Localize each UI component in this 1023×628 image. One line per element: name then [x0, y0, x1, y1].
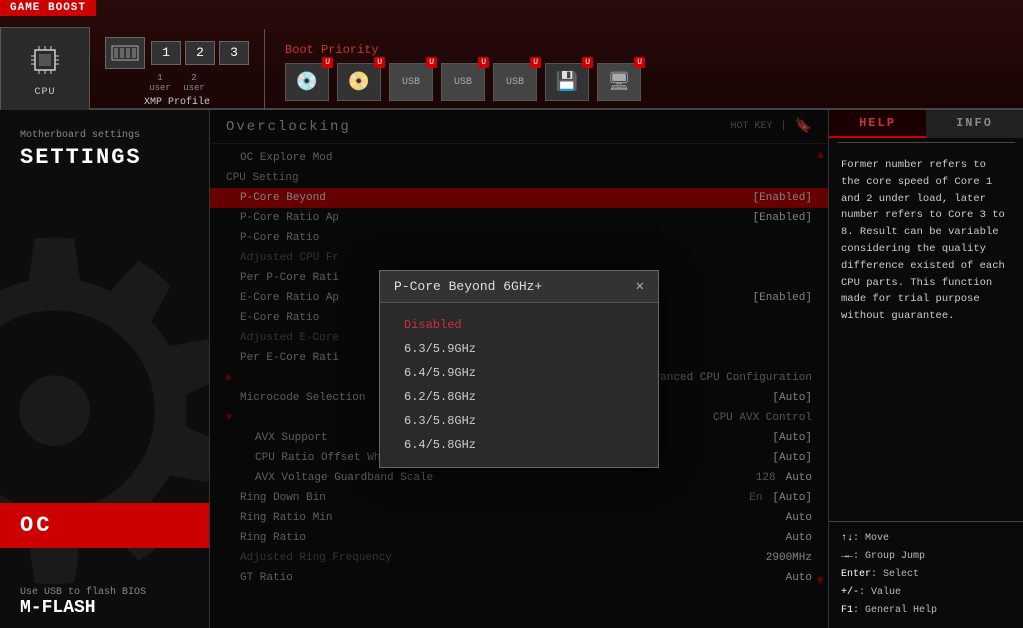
- boot-device-5[interactable]: 💾 U: [545, 63, 589, 101]
- boot-device-icon-4: USB: [493, 63, 537, 101]
- sidebar-bottom: Use USB to flash BIOS M-FLASH: [0, 577, 209, 628]
- boot-devices-list: 💿 U 📀 U USB U USB U USB: [285, 63, 641, 101]
- tab-cpu[interactable]: CPU: [0, 27, 90, 117]
- right-tabs: HELP INFO: [829, 110, 1023, 138]
- boot-device-badge-4: U: [530, 57, 541, 68]
- nav-hint-move: ↑↓: Move: [841, 530, 1011, 548]
- sidebar-settings-sub: Motherboard settings: [20, 130, 189, 141]
- content-area: Overclocking HOT KEY | 🔖 ▲ OC Explore Mo…: [210, 110, 828, 628]
- boot-device-icon-3: USB: [441, 63, 485, 101]
- boot-device-6[interactable]: 🖥 U: [597, 63, 641, 101]
- modal-title: P-Core Beyond 6GHz+: [394, 279, 542, 294]
- boot-device-badge-3: U: [478, 57, 489, 68]
- xmp-sub-2: 2user: [179, 73, 209, 93]
- tab-help[interactable]: HELP: [829, 110, 926, 138]
- boot-device-icon-2: USB: [389, 63, 433, 101]
- top-bar-left: CPU 1 2 3: [0, 0, 661, 108]
- modal-close-button[interactable]: ✕: [636, 280, 644, 294]
- tab-xmp[interactable]: 1 2 3 1user 2user XMP Profile: [90, 29, 265, 116]
- xmp-label: XMP Profile: [144, 97, 210, 108]
- xmp-sub-1: 1user: [145, 73, 175, 93]
- sidebar: Motherboard settings SETTINGS OC Use USB…: [0, 110, 210, 628]
- boot-device-0[interactable]: 💿 U: [285, 63, 329, 101]
- help-text: Former number refers to the core speed o…: [829, 147, 1023, 521]
- game-boost-label: GAME BOOST: [0, 0, 96, 16]
- modal-option-6.2-5.8[interactable]: 6.2/5.8GHz: [396, 385, 642, 409]
- sidebar-content: Motherboard settings SETTINGS: [0, 110, 209, 210]
- boot-priority-section: Boot Priority 💿 U 📀 U USB U USB: [265, 17, 661, 109]
- boot-device-1[interactable]: 📀 U: [337, 63, 381, 101]
- boot-device-icon-5: 💾: [545, 63, 589, 101]
- sidebar-settings-title: SETTINGS: [20, 145, 189, 170]
- modal-overlay: P-Core Beyond 6GHz+ ✕ Disabled 6.3/5.9GH…: [210, 110, 828, 628]
- xmp-num-2[interactable]: 2: [185, 41, 215, 65]
- right-panel: HELP INFO Former number refers to the co…: [828, 110, 1023, 628]
- nav-hint-value: +/-: Value: [841, 584, 1011, 602]
- boot-device-badge-6: U: [634, 57, 645, 68]
- modal-dialog: P-Core Beyond 6GHz+ ✕ Disabled 6.3/5.9GH…: [379, 270, 659, 468]
- modal-option-6.4-5.8[interactable]: 6.4/5.8GHz: [396, 433, 642, 457]
- boot-device-badge-2: U: [426, 57, 437, 68]
- main-layout: Motherboard settings SETTINGS OC Use USB…: [0, 110, 1023, 628]
- modal-option-6.3-5.8[interactable]: 6.3/5.8GHz: [396, 409, 642, 433]
- boot-device-3[interactable]: USB U: [441, 63, 485, 101]
- xmp-nums: 1 2 3: [151, 41, 249, 65]
- boot-device-badge-1: U: [374, 57, 385, 68]
- cpu-tab-label: CPU: [34, 87, 55, 98]
- modal-option-6.3-5.9[interactable]: 6.3/5.9GHz: [396, 337, 642, 361]
- m-flash-sub: Use USB to flash BIOS: [20, 587, 189, 598]
- modal-option-disabled[interactable]: Disabled: [396, 313, 642, 337]
- nav-hint-select: Enter: Select: [841, 566, 1011, 584]
- boot-device-icon-1: 📀: [337, 63, 381, 101]
- nav-hint-help: F1: General Help: [841, 602, 1011, 620]
- right-panel-divider: [837, 142, 1015, 143]
- boot-device-icon-6: 🖥: [597, 63, 641, 101]
- xmp-num-3[interactable]: 3: [219, 41, 249, 65]
- m-flash-title: M-FLASH: [20, 598, 189, 618]
- boot-title: Boot Priority: [285, 43, 641, 57]
- modal-body: Disabled 6.3/5.9GHz 6.4/5.9GHz 6.2/5.8GH…: [380, 303, 658, 467]
- boot-device-4[interactable]: USB U: [493, 63, 537, 101]
- cpu-icon: [27, 46, 63, 83]
- boot-device-icon-0: 💿: [285, 63, 329, 101]
- sidebar-active-item[interactable]: OC: [0, 503, 209, 548]
- boot-device-badge-0: U: [322, 57, 333, 68]
- boot-device-2[interactable]: USB U: [389, 63, 433, 101]
- modal-header: P-Core Beyond 6GHz+ ✕: [380, 271, 658, 303]
- boot-device-badge-5: U: [582, 57, 593, 68]
- nav-hints: ↑↓: Move →←: Group Jump Enter: Select +/…: [829, 521, 1023, 628]
- xmp-num-1[interactable]: 1: [151, 41, 181, 65]
- xmp-sub-labels: 1user 2user: [145, 73, 209, 93]
- modal-option-6.4-5.9[interactable]: 6.4/5.9GHz: [396, 361, 642, 385]
- tab-info[interactable]: INFO: [926, 110, 1023, 138]
- nav-hint-group: →←: Group Jump: [841, 548, 1011, 566]
- top-bar: GAME BOOST: [0, 0, 1023, 110]
